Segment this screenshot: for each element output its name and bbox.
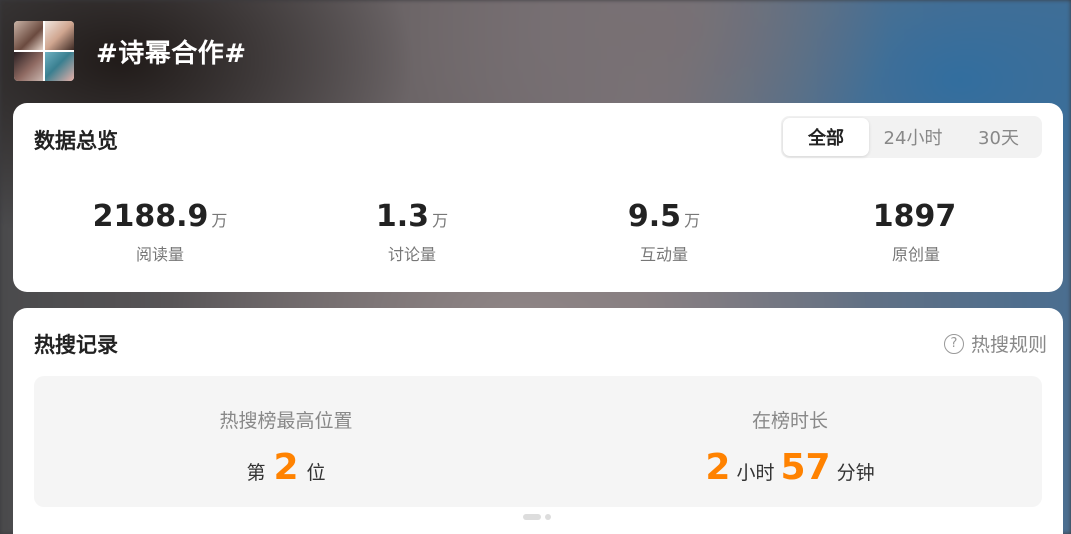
stat-value: 1.3 <box>375 199 430 234</box>
peak-value-row: 第 2 位 <box>34 447 538 488</box>
overview-title: 数据总览 <box>34 129 118 153</box>
page-dot[interactable] <box>545 514 551 520</box>
hot-search-rules-link[interactable]: ? 热搜规则 <box>943 330 1047 357</box>
tab-24h[interactable]: 24小时 <box>869 118 957 156</box>
stat-label: 讨论量 <box>387 245 436 264</box>
stats-row: 2188.9 万 阅读量 1.3 万 讨论量 9.5 万 互动量 1897 原创量 <box>34 199 1042 265</box>
stat-value: 1897 <box>872 199 957 234</box>
time-range-tabs: 全部 24小时 30天 <box>781 116 1042 158</box>
stat-value-row: 2188.9 万 <box>34 199 286 239</box>
hot-search-card: 热搜记录 ? 热搜规则 热搜榜最高位置 第 2 位 在榜时长 2 小时 57 分… <box>13 308 1063 534</box>
peak-position: 热搜榜最高位置 第 2 位 <box>34 376 538 507</box>
stat-value: 2188.9 <box>92 199 209 234</box>
topic-title: #诗幂合作# <box>96 38 247 69</box>
hot-search-title: 热搜记录 <box>34 333 118 357</box>
stat-value: 9.5 <box>627 199 682 234</box>
stat-originals: 1897 原创量 <box>790 199 1042 265</box>
duration-hours: 2 <box>705 447 731 488</box>
tab-30d[interactable]: 30天 <box>957 118 1040 156</box>
stat-unit: 万 <box>684 211 701 230</box>
avatar-photo <box>45 52 74 81</box>
peak-label: 热搜榜最高位置 <box>219 410 353 432</box>
topic-header: #诗幂合作# <box>14 20 247 82</box>
stat-value-row: 1897 <box>790 199 1042 239</box>
avatar-photo <box>14 21 43 50</box>
stat-discussions: 1.3 万 讨论量 <box>286 199 538 265</box>
stat-interactions: 9.5 万 互动量 <box>538 199 790 265</box>
hot-search-summary: 热搜榜最高位置 第 2 位 在榜时长 2 小时 57 分钟 <box>34 376 1042 507</box>
duration-value-row: 2 小时 57 分钟 <box>538 447 1042 488</box>
stat-label: 互动量 <box>639 245 688 264</box>
stat-reads: 2188.9 万 阅读量 <box>34 199 286 265</box>
stat-value-row: 9.5 万 <box>538 199 790 239</box>
stat-unit: 万 <box>211 211 228 230</box>
peak-value: 2 <box>273 447 299 488</box>
minutes-unit: 分钟 <box>836 462 875 484</box>
stat-label: 阅读量 <box>135 245 184 264</box>
peak-suffix: 位 <box>306 462 326 484</box>
stat-label: 原创量 <box>891 245 940 264</box>
page-indicator <box>523 514 551 520</box>
on-list-duration: 在榜时长 2 小时 57 分钟 <box>538 376 1042 507</box>
stat-value-row: 1.3 万 <box>286 199 538 239</box>
page-dot-active[interactable] <box>523 514 541 520</box>
duration-minutes: 57 <box>780 447 831 488</box>
stat-unit: 万 <box>432 211 449 230</box>
topic-avatar[interactable] <box>14 21 74 81</box>
avatar-photo <box>45 21 74 50</box>
hours-unit: 小时 <box>736 462 775 484</box>
rules-label: 热搜规则 <box>970 334 1047 356</box>
peak-prefix: 第 <box>246 462 266 484</box>
duration-label: 在榜时长 <box>751 410 828 432</box>
question-circle-icon: ? <box>943 333 964 354</box>
overview-card: 数据总览 全部 24小时 30天 2188.9 万 阅读量 1.3 万 讨论量 9.… <box>13 103 1063 292</box>
avatar-photo <box>14 52 43 81</box>
tab-all[interactable]: 全部 <box>783 118 869 156</box>
